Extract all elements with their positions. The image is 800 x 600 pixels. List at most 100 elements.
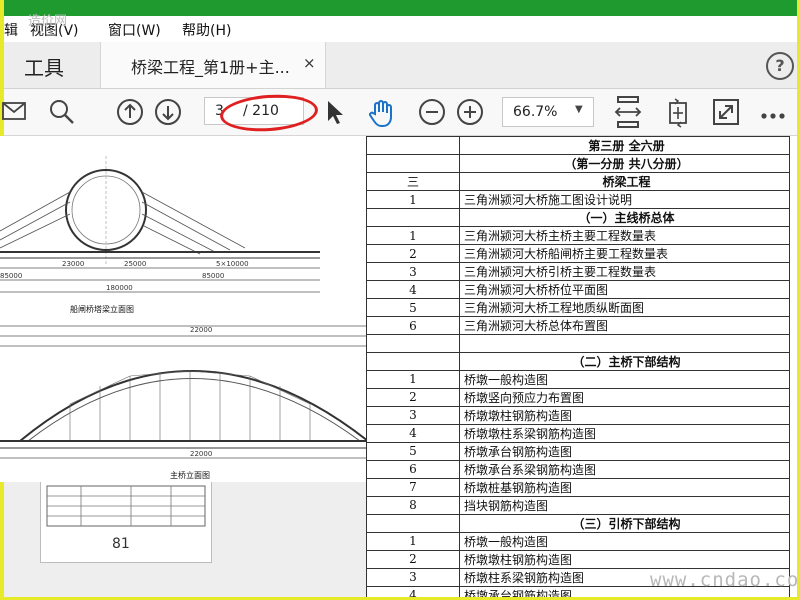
row-number: 2 [366, 387, 460, 407]
row-title: 三角洲颍河大桥工程地质纵断面图 [459, 298, 790, 317]
arch-span-bottom: 22000 [190, 450, 212, 458]
row-number: 3 [366, 262, 460, 281]
table-row: 5 桥墩承台钢筋构造图 [366, 441, 790, 461]
row-title: 桥墩承台系梁钢筋构造图 [459, 459, 790, 479]
row-number: 8 [366, 495, 460, 515]
dim-top-3: 5×10000 [216, 260, 249, 268]
watermark-bottom: www.cndao.com [650, 569, 800, 591]
table-row: 4 三角洲颍河大桥桥位平面图 [366, 280, 790, 299]
thumbnail-page-label: 81 [112, 536, 130, 552]
table-row: 1 三角洲颍河大桥施工图设计说明 [366, 190, 790, 209]
row-number: 6 [366, 316, 460, 335]
table-row: 2 桥墩竖向预应力布置图 [366, 387, 790, 407]
hand-tool-icon[interactable] [366, 98, 396, 132]
arch-span-top: 22000 [190, 326, 212, 334]
zoom-out-icon[interactable] [418, 98, 446, 130]
table-row: 7 桥墩桩基钢筋构造图 [366, 477, 790, 497]
row-number [366, 136, 460, 155]
mail-icon[interactable] [2, 98, 28, 128]
row-title: 三角洲颍河大桥总体布置图 [459, 316, 790, 335]
tab-tools[interactable]: 工具 [24, 52, 64, 81]
zoom-dropdown[interactable]: 66.7% ▼ [502, 97, 594, 127]
row-number: 1 [366, 226, 460, 245]
table-row: 3 桥墩墩柱钢筋构造图 [366, 405, 790, 425]
row-title: 挡块钢筋构造图 [459, 495, 790, 515]
row-title: 桥墩墩柱钢筋构造图 [459, 549, 790, 569]
more-icon[interactable] [760, 105, 786, 124]
table-row: 1 桥墩一般构造图 [366, 531, 790, 551]
row-title: 桥墩一般构造图 [459, 369, 790, 389]
table-row [366, 334, 790, 353]
toolbar: 3 / 210 66.7% ▼ [2, 89, 797, 136]
rotate-icon[interactable] [664, 98, 692, 132]
page-down-icon[interactable] [154, 98, 182, 130]
row-number: 6 [366, 459, 460, 479]
fit-page-icon[interactable] [614, 95, 642, 133]
table-row: 2 桥墩墩柱钢筋构造图 [366, 549, 790, 569]
row-title: 桥墩承台钢筋构造图 [459, 441, 790, 461]
row-title: 桥墩一般构造图 [459, 531, 790, 551]
row-number: 1 [366, 531, 460, 551]
row-title: 三角洲颍河大桥桥位平面图 [459, 280, 790, 299]
menu-edit[interactable]: 辑 [4, 20, 18, 40]
help-icon[interactable]: ? [766, 52, 794, 80]
row-number: 4 [366, 585, 460, 597]
zoom-value: 66.7% [513, 104, 558, 120]
table-row: 3 三角洲颍河大桥引桥主要工程数量表 [366, 262, 790, 281]
row-number: 5 [366, 441, 460, 461]
row-title: 桥墩竖向预应力布置图 [459, 387, 790, 407]
contents-table: 第三册 全六册 （第一分册 共八分册）三桥梁工程 1 三角洲颍河大桥施工图设计说明 （一… [366, 136, 790, 597]
row-title: （二）主桥下部结构 [459, 351, 790, 371]
dim-bottom-1: 85000 [0, 272, 22, 280]
row-number: 三 [366, 172, 460, 191]
document-page: 第三册 全六册 （第一分册 共八分册）三桥梁工程 1 三角洲颍河大桥施工图设计说明 （一… [366, 136, 797, 597]
table-row: 1 桥墩一般构造图 [366, 369, 790, 389]
caption-tower-elevation: 船闸桥塔梁立面图 [70, 304, 134, 314]
zoom-in-icon[interactable] [456, 98, 484, 130]
row-title: 第三册 全六册 [459, 136, 790, 155]
watermark-top: 造价网 [28, 14, 68, 29]
window-titlebar [0, 0, 800, 16]
dim-bottom-2: 85000 [202, 272, 224, 280]
row-title: 三角洲颍河大桥施工图设计说明 [459, 190, 790, 209]
select-cursor-icon[interactable] [322, 98, 346, 130]
row-number [366, 513, 460, 533]
fullscreen-icon[interactable] [712, 98, 740, 130]
table-row: 第三册 全六册 [366, 136, 790, 155]
menu-bar: 辑 视图(V) 窗口(W) 帮助(H) [4, 16, 797, 42]
page-up-icon[interactable] [116, 98, 144, 130]
table-row: 三桥梁工程 [366, 172, 790, 191]
row-number: 2 [366, 549, 460, 569]
row-title: 三角洲颍河大桥引桥主要工程数量表 [459, 262, 790, 281]
row-title: 桥梁工程 [459, 172, 790, 191]
table-row: （第一分册 共八分册） [366, 154, 790, 173]
row-number [366, 208, 460, 227]
tab-bar: 工具 桥梁工程_第1册+主... × ? [4, 42, 797, 89]
row-title: 桥墩墩柱钢筋构造图 [459, 405, 790, 425]
row-number: 1 [366, 190, 460, 209]
caption-main-bridge-elevation: 主桥立面图 [170, 470, 210, 480]
row-number [366, 154, 460, 173]
chevron-down-icon: ▼ [575, 104, 583, 115]
menu-help[interactable]: 帮助(H) [182, 20, 231, 40]
tab-close-icon[interactable]: × [303, 54, 316, 72]
tab-document-label: 桥梁工程_第1册+主... [131, 58, 290, 77]
row-title: （三）引桥下部结构 [459, 513, 790, 533]
row-title: 桥墩桩基钢筋构造图 [459, 477, 790, 497]
table-row: （三）引桥下部结构 [366, 513, 790, 533]
table-row: （二）主桥下部结构 [366, 351, 790, 371]
table-row: 1 三角洲颍河大桥主桥主要工程数量表 [366, 226, 790, 245]
table-row: 2 三角洲颍河大桥船闸桥主要工程数量表 [366, 244, 790, 263]
row-number: 4 [366, 423, 460, 443]
dim-top-1: 23000 [62, 260, 84, 268]
tab-document[interactable]: 桥梁工程_第1册+主... × [100, 42, 326, 88]
row-title: 三角洲颍河大桥船闸桥主要工程数量表 [459, 244, 790, 263]
row-number: 3 [366, 567, 460, 587]
search-icon[interactable] [48, 98, 76, 130]
table-row: 6 桥墩承台系梁钢筋构造图 [366, 459, 790, 479]
row-number: 5 [366, 298, 460, 317]
table-row: 6 三角洲颍河大桥总体布置图 [366, 316, 790, 335]
row-number [366, 351, 460, 371]
menu-window[interactable]: 窗口(W) [108, 20, 161, 40]
row-title: 三角洲颍河大桥主桥主要工程数量表 [459, 226, 790, 245]
